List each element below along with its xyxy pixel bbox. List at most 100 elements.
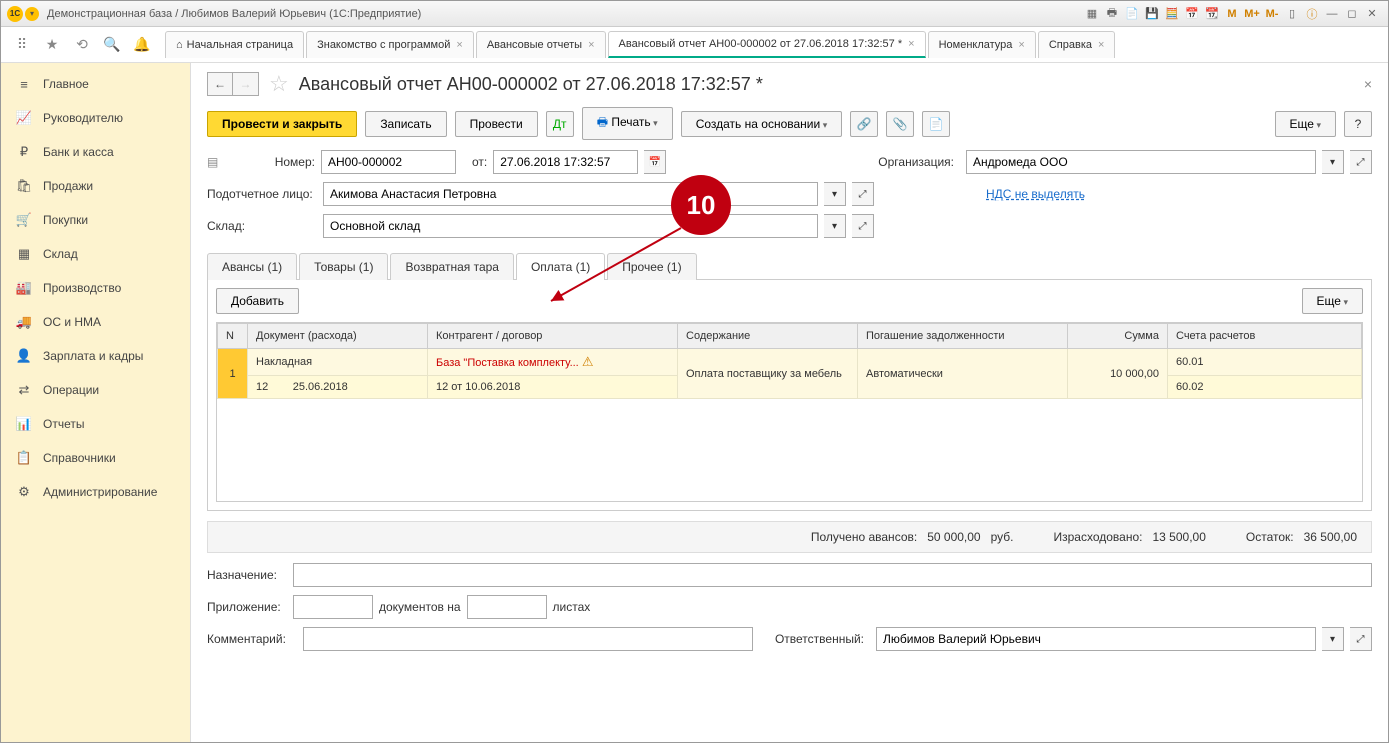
gear-icon: ⚙ xyxy=(15,483,33,501)
org-label: Организация: xyxy=(878,155,954,169)
favorite-icon[interactable]: ☆ xyxy=(269,71,289,97)
person-input[interactable] xyxy=(323,182,818,206)
sidebar-item-warehouse[interactable]: ▦Склад xyxy=(1,237,190,271)
search-icon[interactable]: 🔍 xyxy=(99,32,125,58)
cell-doc1: Накладная xyxy=(248,349,428,376)
sidebar-item-admin[interactable]: ⚙Администрирование xyxy=(1,475,190,509)
print-button[interactable]: 🖶 Печать xyxy=(582,107,673,140)
open-icon[interactable]: ⤢ xyxy=(1350,150,1372,174)
comment-input[interactable] xyxy=(303,627,753,651)
dtab-returnable[interactable]: Возвратная тара xyxy=(390,253,514,280)
dropdown-icon[interactable]: ▾ xyxy=(1322,627,1344,651)
tab-reports[interactable]: Авансовые отчеты× xyxy=(476,31,606,58)
date-input[interactable] xyxy=(493,150,638,174)
cell-acc2: 60.02 xyxy=(1168,376,1362,399)
sidebar-item-sales[interactable]: 🛍Продажи xyxy=(1,169,190,203)
col-accounts[interactable]: Счета расчетов xyxy=(1168,324,1362,349)
panel-icon[interactable]: ▯ xyxy=(1283,5,1301,23)
tab-help[interactable]: Справка× xyxy=(1038,31,1116,58)
post-button[interactable]: Провести xyxy=(455,111,538,137)
open-icon[interactable]: ⤢ xyxy=(852,214,874,238)
close-icon[interactable]: × xyxy=(908,38,914,50)
org-input[interactable] xyxy=(966,150,1316,174)
back-button[interactable]: ← xyxy=(207,72,233,96)
sidebar-item-operations[interactable]: ⇄Операции xyxy=(1,373,190,407)
number-input[interactable] xyxy=(321,150,456,174)
sidebar-item-manager[interactable]: 📈Руководителю xyxy=(1,101,190,135)
save-icon[interactable]: 💾 xyxy=(1143,5,1161,23)
dt-icon[interactable]: Дт xyxy=(546,111,574,137)
minimize-icon[interactable]: — xyxy=(1323,5,1341,23)
dtab-goods[interactable]: Товары (1) xyxy=(299,253,388,280)
close-icon[interactable]: × xyxy=(456,39,462,51)
dropdown-icon[interactable]: ▾ xyxy=(25,7,39,21)
post-close-button[interactable]: Провести и закрыть xyxy=(207,111,357,137)
mminus-icon[interactable]: M- xyxy=(1263,5,1281,23)
dropdown-icon[interactable]: ▾ xyxy=(824,214,846,238)
doc2-icon[interactable]: 📄 xyxy=(922,111,950,137)
sidebar-item-refs[interactable]: 📋Справочники xyxy=(1,441,190,475)
open-icon[interactable]: ⤢ xyxy=(1350,627,1372,651)
mplus-icon[interactable]: M+ xyxy=(1243,5,1261,23)
doc-icon[interactable]: 📄 xyxy=(1123,5,1141,23)
col-contragent[interactable]: Контрагент / договор xyxy=(428,324,678,349)
dropdown-icon[interactable]: ▾ xyxy=(1322,150,1344,174)
cell-n: 1 xyxy=(218,349,248,399)
forward-button[interactable]: → xyxy=(233,72,259,96)
close-window-icon[interactable]: ✕ xyxy=(1363,5,1381,23)
info-icon[interactable]: ⓘ xyxy=(1303,5,1321,23)
maximize-icon[interactable]: ◻ xyxy=(1343,5,1361,23)
apps-icon[interactable]: ⠿ xyxy=(9,32,35,58)
dtab-advances[interactable]: Авансы (1) xyxy=(207,253,297,280)
purpose-input[interactable] xyxy=(293,563,1372,587)
col-debt[interactable]: Погашение задолженности xyxy=(858,324,1068,349)
grid-icon[interactable]: ▦ xyxy=(1083,5,1101,23)
calendar-icon[interactable]: 📅 xyxy=(1183,5,1201,23)
col-doc[interactable]: Документ (расхода) xyxy=(248,324,428,349)
close-icon[interactable]: × xyxy=(588,39,594,51)
calc-icon[interactable]: 🧮 xyxy=(1163,5,1181,23)
sidebar-item-production[interactable]: 🏭Производство xyxy=(1,271,190,305)
close-page-icon[interactable]: × xyxy=(1364,76,1372,92)
table-more-button[interactable]: Еще xyxy=(1302,288,1363,314)
sidebar-item-assets[interactable]: 🚚ОС и НМА xyxy=(1,305,190,339)
cal2-icon[interactable]: 📆 xyxy=(1203,5,1221,23)
help-icon[interactable]: ? xyxy=(1344,111,1372,137)
vat-link[interactable]: НДС не выделять xyxy=(986,187,1085,201)
tab-intro[interactable]: Знакомство с программой× xyxy=(306,31,474,58)
bell-icon[interactable]: 🔔 xyxy=(129,32,155,58)
close-icon[interactable]: × xyxy=(1018,39,1024,51)
close-icon[interactable]: × xyxy=(1098,39,1104,51)
print-icon[interactable]: 🖶 xyxy=(1103,5,1121,23)
col-sum[interactable]: Сумма xyxy=(1068,324,1168,349)
save-button[interactable]: Записать xyxy=(365,111,446,137)
cell-contragent2: 12 от 10.06.2018 xyxy=(428,376,678,399)
star-icon[interactable]: ★ xyxy=(39,32,65,58)
sheets-count-input[interactable] xyxy=(467,595,547,619)
responsible-input[interactable] xyxy=(876,627,1316,651)
more-button[interactable]: Еще xyxy=(1275,111,1336,137)
table-scroll[interactable]: N Документ (расхода) Контрагент / догово… xyxy=(216,322,1363,502)
tab-nomenclature[interactable]: Номенклатура× xyxy=(928,31,1036,58)
dropdown-icon[interactable]: ▾ xyxy=(824,182,846,206)
sidebar-item-reports[interactable]: 📊Отчеты xyxy=(1,407,190,441)
link-icon[interactable]: 🔗 xyxy=(850,111,878,137)
col-n[interactable]: N xyxy=(218,324,248,349)
docs-count-input[interactable] xyxy=(293,595,373,619)
sidebar-item-bank[interactable]: ₽Банк и касса xyxy=(1,135,190,169)
add-button[interactable]: Добавить xyxy=(216,288,299,314)
tab-home[interactable]: ⌂Начальная страница xyxy=(165,31,304,58)
calendar-picker-icon[interactable]: 📅 xyxy=(644,150,666,174)
history-icon[interactable]: ⟲ xyxy=(69,32,95,58)
create-based-button[interactable]: Создать на основании xyxy=(681,111,843,137)
m-icon[interactable]: M xyxy=(1223,5,1241,23)
table-row[interactable]: 1 Накладная База "Поставка комплекту... … xyxy=(218,349,1362,376)
factory-icon: 🏭 xyxy=(15,279,33,297)
open-icon[interactable]: ⤢ xyxy=(852,182,874,206)
col-content[interactable]: Содержание xyxy=(678,324,858,349)
sidebar-item-salary[interactable]: 👤Зарплата и кадры xyxy=(1,339,190,373)
sidebar-item-main[interactable]: ≡Главное xyxy=(1,67,190,101)
sidebar-item-purchases[interactable]: 🛒Покупки xyxy=(1,203,190,237)
attach-icon[interactable]: 📎 xyxy=(886,111,914,137)
tab-current[interactable]: Авансовый отчет АН00-000002 от 27.06.201… xyxy=(608,31,926,58)
